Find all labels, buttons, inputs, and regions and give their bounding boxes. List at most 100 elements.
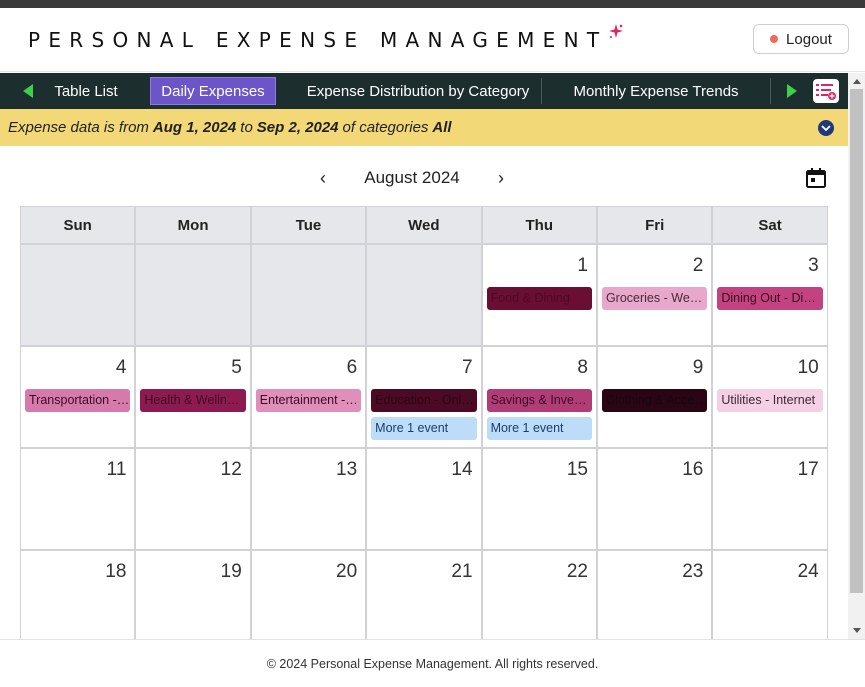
calendar-day-cell[interactable]: 21: [366, 550, 482, 639]
calendar-day-number: 1: [577, 255, 588, 276]
calendar-empty-cell: [20, 244, 136, 346]
window-top-strip: [0, 0, 865, 8]
tab-monthly-trends[interactable]: Monthly Expense Trends: [562, 77, 750, 105]
calendar-day-cell[interactable]: 10 Utilities - Internet: [712, 346, 828, 448]
calendar-day-cell[interactable]: 8 Savings & Investments More 1 event: [481, 346, 597, 448]
calendar-day-number: 2: [692, 255, 704, 276]
calendar-next-month-button[interactable]: ›: [491, 168, 511, 188]
weekday-header: Fri: [596, 206, 713, 244]
scroll-down-arrow-icon: [852, 628, 861, 633]
calendar-day-number: 8: [577, 357, 588, 378]
more-events-link[interactable]: More 1 event: [371, 417, 477, 440]
calendar-day-cell[interactable]: 22: [481, 550, 597, 639]
tab-table-list[interactable]: Table List: [44, 77, 128, 105]
calendar-weekday-header: Sun Mon Tue Wed Thu Fri Sat: [20, 206, 828, 244]
calendar-week-row: 1 Food & Dining 2 Groceries - Weekly 3 Dining…: [20, 244, 828, 346]
calendar-event[interactable]: Clothing & Accessories: [601, 389, 708, 412]
weekday-header: Mon: [135, 206, 251, 244]
logout-button[interactable]: Logout: [753, 24, 849, 54]
calendar-day-number: 19: [220, 561, 242, 582]
chevron-down-icon: [821, 125, 831, 132]
tab-scroll-left-button[interactable]: [16, 73, 40, 109]
calendar-day-number: 15: [566, 459, 588, 480]
calendar-day-number: 24: [797, 561, 819, 582]
calendar-day-cell[interactable]: 16: [596, 448, 713, 550]
calendar-event[interactable]: Entertainment - Movies: [255, 389, 362, 412]
calendar-day-cell[interactable]: 11: [20, 448, 136, 550]
calendar-day-cell[interactable]: 14: [366, 448, 482, 550]
calendar-day-cell[interactable]: 13: [250, 448, 367, 550]
filter-start-date: Aug 1, 2024: [152, 119, 237, 136]
calendar-day-cell[interactable]: 12: [135, 448, 251, 550]
list-settings-button[interactable]: [813, 79, 839, 103]
calendar-day-number: 6: [346, 357, 358, 378]
calendar-day-number: 16: [682, 459, 704, 480]
calendar-event[interactable]: Dining Out - Dinner: [717, 287, 823, 310]
tab-monthly-trends-label: Monthly Expense Trends: [573, 82, 739, 100]
calendar-day-number: 18: [105, 561, 127, 582]
calendar-event[interactable]: Transportation - Fuel: [25, 389, 131, 412]
tab-divider: [541, 78, 542, 104]
tab-expense-distribution[interactable]: Expense Distribution by Category: [296, 77, 540, 105]
calendar-day-number: 5: [231, 357, 242, 378]
calendar-event[interactable]: Groceries - Weekly: [601, 287, 708, 310]
tab-scroll-right-button[interactable]: [780, 73, 804, 109]
calendar-day-cell[interactable]: 7 Education - Online Course More 1 event: [366, 346, 482, 448]
tab-divider: [770, 78, 771, 104]
calendar-day-cell[interactable]: 4 Transportation - Fuel: [20, 346, 136, 448]
triangle-right-icon: [787, 84, 797, 98]
app-title: PERSONAL EXPENSE MANAGEMENT: [28, 28, 608, 52]
calendar-day-number: 20: [336, 561, 358, 582]
tab-daily-expenses[interactable]: Daily Expenses: [150, 77, 276, 105]
page-scrollbar[interactable]: [848, 73, 865, 639]
calendar-day-cell[interactable]: 5 Health & Wellness: [135, 346, 251, 448]
filter-expand-button[interactable]: [818, 120, 834, 136]
more-events-link[interactable]: More 1 event: [486, 417, 592, 440]
calendar-event[interactable]: Health & Wellness: [140, 389, 246, 412]
calendar-day-cell[interactable]: 23: [596, 550, 713, 639]
scrollbar-thumb[interactable]: [850, 89, 863, 593]
calendar-day-cell[interactable]: 24: [712, 550, 828, 639]
calendar-picker-button[interactable]: [805, 167, 827, 189]
calendar-day-number: 7: [461, 357, 473, 378]
calendar-event[interactable]: Education - Online Course: [371, 389, 477, 412]
app-header: PERSONAL EXPENSE MANAGEMENT Logout: [0, 8, 865, 72]
calendar-empty-cell: [366, 244, 482, 346]
calendar-event[interactable]: Savings & Investments: [486, 389, 592, 412]
weekday-header: Sat: [712, 206, 828, 244]
calendar-day-cell[interactable]: 9 Clothing & Accessories: [596, 346, 713, 448]
calendar-event[interactable]: Utilities - Internet: [717, 389, 823, 412]
triangle-left-icon: [23, 84, 33, 98]
calendar-day-number: 11: [106, 459, 127, 480]
calendar-day-number: 22: [566, 561, 588, 582]
footer-copyright: © 2024 Personal Expense Management. All …: [266, 656, 599, 671]
calendar-day-number: 4: [115, 357, 127, 378]
scroll-up-arrow-icon: [852, 79, 861, 84]
calendar-prev-month-button[interactable]: ‹: [313, 168, 333, 188]
scroll-down-button[interactable]: [848, 623, 865, 639]
list-settings-icon: [816, 84, 836, 100]
weekday-header: Tue: [250, 206, 367, 244]
tab-table-list-label: Table List: [54, 82, 118, 100]
calendar-day-number: 23: [682, 561, 704, 582]
filter-to-text: to: [240, 119, 253, 136]
calendar-day-cell[interactable]: 19: [135, 550, 251, 639]
filter-category: All: [432, 119, 452, 136]
calendar-week-row: 4 Transportation - Fuel 5 Health & Wellness…: [20, 346, 828, 448]
calendar-day-cell[interactable]: 20: [250, 550, 367, 639]
calendar-icon: [806, 168, 826, 188]
scroll-up-button[interactable]: [848, 73, 865, 89]
calendar-event[interactable]: Food & Dining: [486, 287, 592, 310]
weekday-header: Thu: [481, 206, 597, 244]
calendar-day-cell[interactable]: 6 Entertainment - Movies: [250, 346, 367, 448]
calendar-day-cell[interactable]: 1 Food & Dining: [481, 244, 597, 346]
calendar-day-cell[interactable]: 2 Groceries - Weekly: [596, 244, 713, 346]
logout-label: Logout: [786, 30, 832, 48]
calendar-day-cell[interactable]: 3 Dining Out - Dinner: [712, 244, 828, 346]
calendar-day-cell[interactable]: 17: [712, 448, 828, 550]
calendar-day-cell[interactable]: 18: [20, 550, 136, 639]
tab-bar: Table List Daily Expenses Expense Distri…: [0, 73, 848, 109]
calendar-day-cell[interactable]: 15: [481, 448, 597, 550]
calendar-day-number: 10: [797, 357, 819, 378]
calendar-month-title: August 2024: [364, 168, 460, 187]
